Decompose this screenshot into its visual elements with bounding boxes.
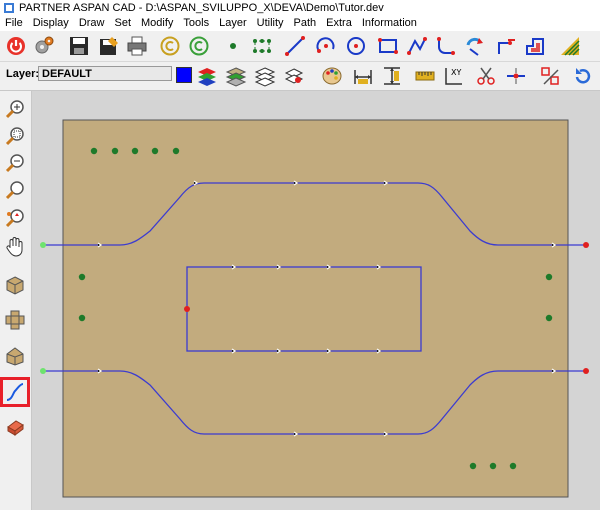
eraser-icon[interactable]	[3, 414, 27, 438]
menu-display[interactable]: Display	[28, 16, 74, 31]
curve-path-icon[interactable]	[0, 377, 30, 407]
arc-icon[interactable]	[313, 33, 339, 59]
menu-utility[interactable]: Utility	[252, 16, 289, 31]
cut-parts-icon[interactable]	[537, 63, 563, 89]
undo-icon[interactable]	[157, 33, 183, 59]
marker-point[interactable]	[545, 273, 553, 281]
dimension-horizontal-icon[interactable]	[350, 63, 376, 89]
menu-file[interactable]: File	[0, 16, 28, 31]
upper-path-start-point[interactable]	[40, 242, 46, 248]
layers-color-icon[interactable]	[194, 63, 220, 89]
line-icon[interactable]	[282, 33, 308, 59]
menu-modify[interactable]: Modify	[136, 16, 178, 31]
hatch-icon[interactable]	[557, 33, 583, 59]
dotted-rectangle-icon[interactable]	[249, 33, 275, 59]
app-icon	[4, 3, 14, 13]
point-icon[interactable]	[220, 33, 246, 59]
marker-point[interactable]	[545, 314, 553, 322]
view-box-3d-icon[interactable]	[3, 343, 27, 367]
left-toolbar	[0, 91, 32, 510]
window-title: PARTNER ASPAN CAD - D:\ASPAN_SVILUPPO_X\…	[19, 2, 384, 14]
view-iso-box-icon[interactable]	[3, 273, 27, 297]
layer-toolbar: Layer: DEFAULT XY	[0, 62, 600, 91]
marker-point[interactable]	[489, 462, 497, 470]
menu-set[interactable]: Set	[109, 16, 136, 31]
menu-draw[interactable]: Draw	[74, 16, 110, 31]
rectangle-icon[interactable]	[375, 33, 401, 59]
drawing-canvas[interactable]	[32, 91, 600, 510]
layer-name-field[interactable]: DEFAULT	[38, 66, 172, 81]
rectangle-start-point[interactable]	[184, 306, 190, 312]
coordinates-icon[interactable]: XY	[441, 63, 467, 89]
main-toolbar	[0, 31, 600, 62]
lower-path-start-point[interactable]	[40, 368, 46, 374]
layers-green-icon[interactable]	[223, 63, 249, 89]
view-unfolded-box-icon[interactable]	[3, 308, 27, 332]
marker-point[interactable]	[131, 147, 139, 155]
zoom-in-icon[interactable]	[3, 97, 27, 121]
gears-icon[interactable]	[31, 33, 57, 59]
zoom-out-icon[interactable]	[3, 151, 27, 175]
measure-ruler-icon[interactable]	[412, 63, 438, 89]
marker-point[interactable]	[111, 147, 119, 155]
power-icon[interactable]	[3, 33, 29, 59]
pan-hand-icon[interactable]	[3, 235, 27, 259]
svg-text:XY: XY	[451, 68, 461, 77]
upper-path-end-point[interactable]	[583, 242, 589, 248]
layers-stack-icon[interactable]	[252, 63, 278, 89]
zoom-extents-icon[interactable]	[3, 206, 27, 230]
circle-icon[interactable]	[343, 33, 369, 59]
menu-extra[interactable]: Extra	[321, 16, 357, 31]
work-sheet	[62, 119, 569, 498]
polyline-icon[interactable]	[404, 33, 430, 59]
rotate-arrow-icon[interactable]	[462, 33, 488, 59]
fillet-icon[interactable]	[433, 33, 459, 59]
menu-layer[interactable]: Layer	[214, 16, 252, 31]
dimension-vertical-icon[interactable]	[379, 63, 405, 89]
palette-icon[interactable]	[319, 63, 345, 89]
menu-tools[interactable]: Tools	[178, 16, 214, 31]
marker-point[interactable]	[172, 147, 180, 155]
marker-point[interactable]	[509, 462, 517, 470]
menu-bar: File Display Draw Set Modify Tools Layer…	[0, 16, 600, 31]
menu-path[interactable]: Path	[289, 16, 322, 31]
drawing-svg[interactable]	[32, 91, 600, 510]
trim-corner-icon[interactable]	[494, 33, 520, 59]
marker-point[interactable]	[90, 147, 98, 155]
title-bar: PARTNER ASPAN CAD - D:\ASPAN_SVILUPPO_X\…	[0, 0, 600, 16]
layers-select-icon[interactable]	[281, 63, 307, 89]
marker-point[interactable]	[151, 147, 159, 155]
save-as-icon[interactable]	[96, 33, 122, 59]
redo-icon[interactable]	[186, 33, 212, 59]
lower-path-end-point[interactable]	[583, 368, 589, 374]
zoom-window-icon[interactable]	[3, 124, 27, 148]
scissors-icon[interactable]	[473, 63, 499, 89]
offset-shape-icon[interactable]	[522, 33, 548, 59]
layer-label: Layer:	[6, 68, 40, 80]
marker-point[interactable]	[469, 462, 477, 470]
marker-point[interactable]	[78, 273, 86, 281]
save-icon[interactable]	[66, 33, 92, 59]
marker-point[interactable]	[78, 314, 86, 322]
refresh-icon[interactable]	[570, 63, 596, 89]
menu-information[interactable]: Information	[357, 16, 422, 31]
layer-color-swatch[interactable]	[176, 67, 192, 83]
print-icon[interactable]	[124, 33, 150, 59]
split-line-icon[interactable]	[503, 63, 529, 89]
zoom-icon[interactable]	[3, 178, 27, 202]
